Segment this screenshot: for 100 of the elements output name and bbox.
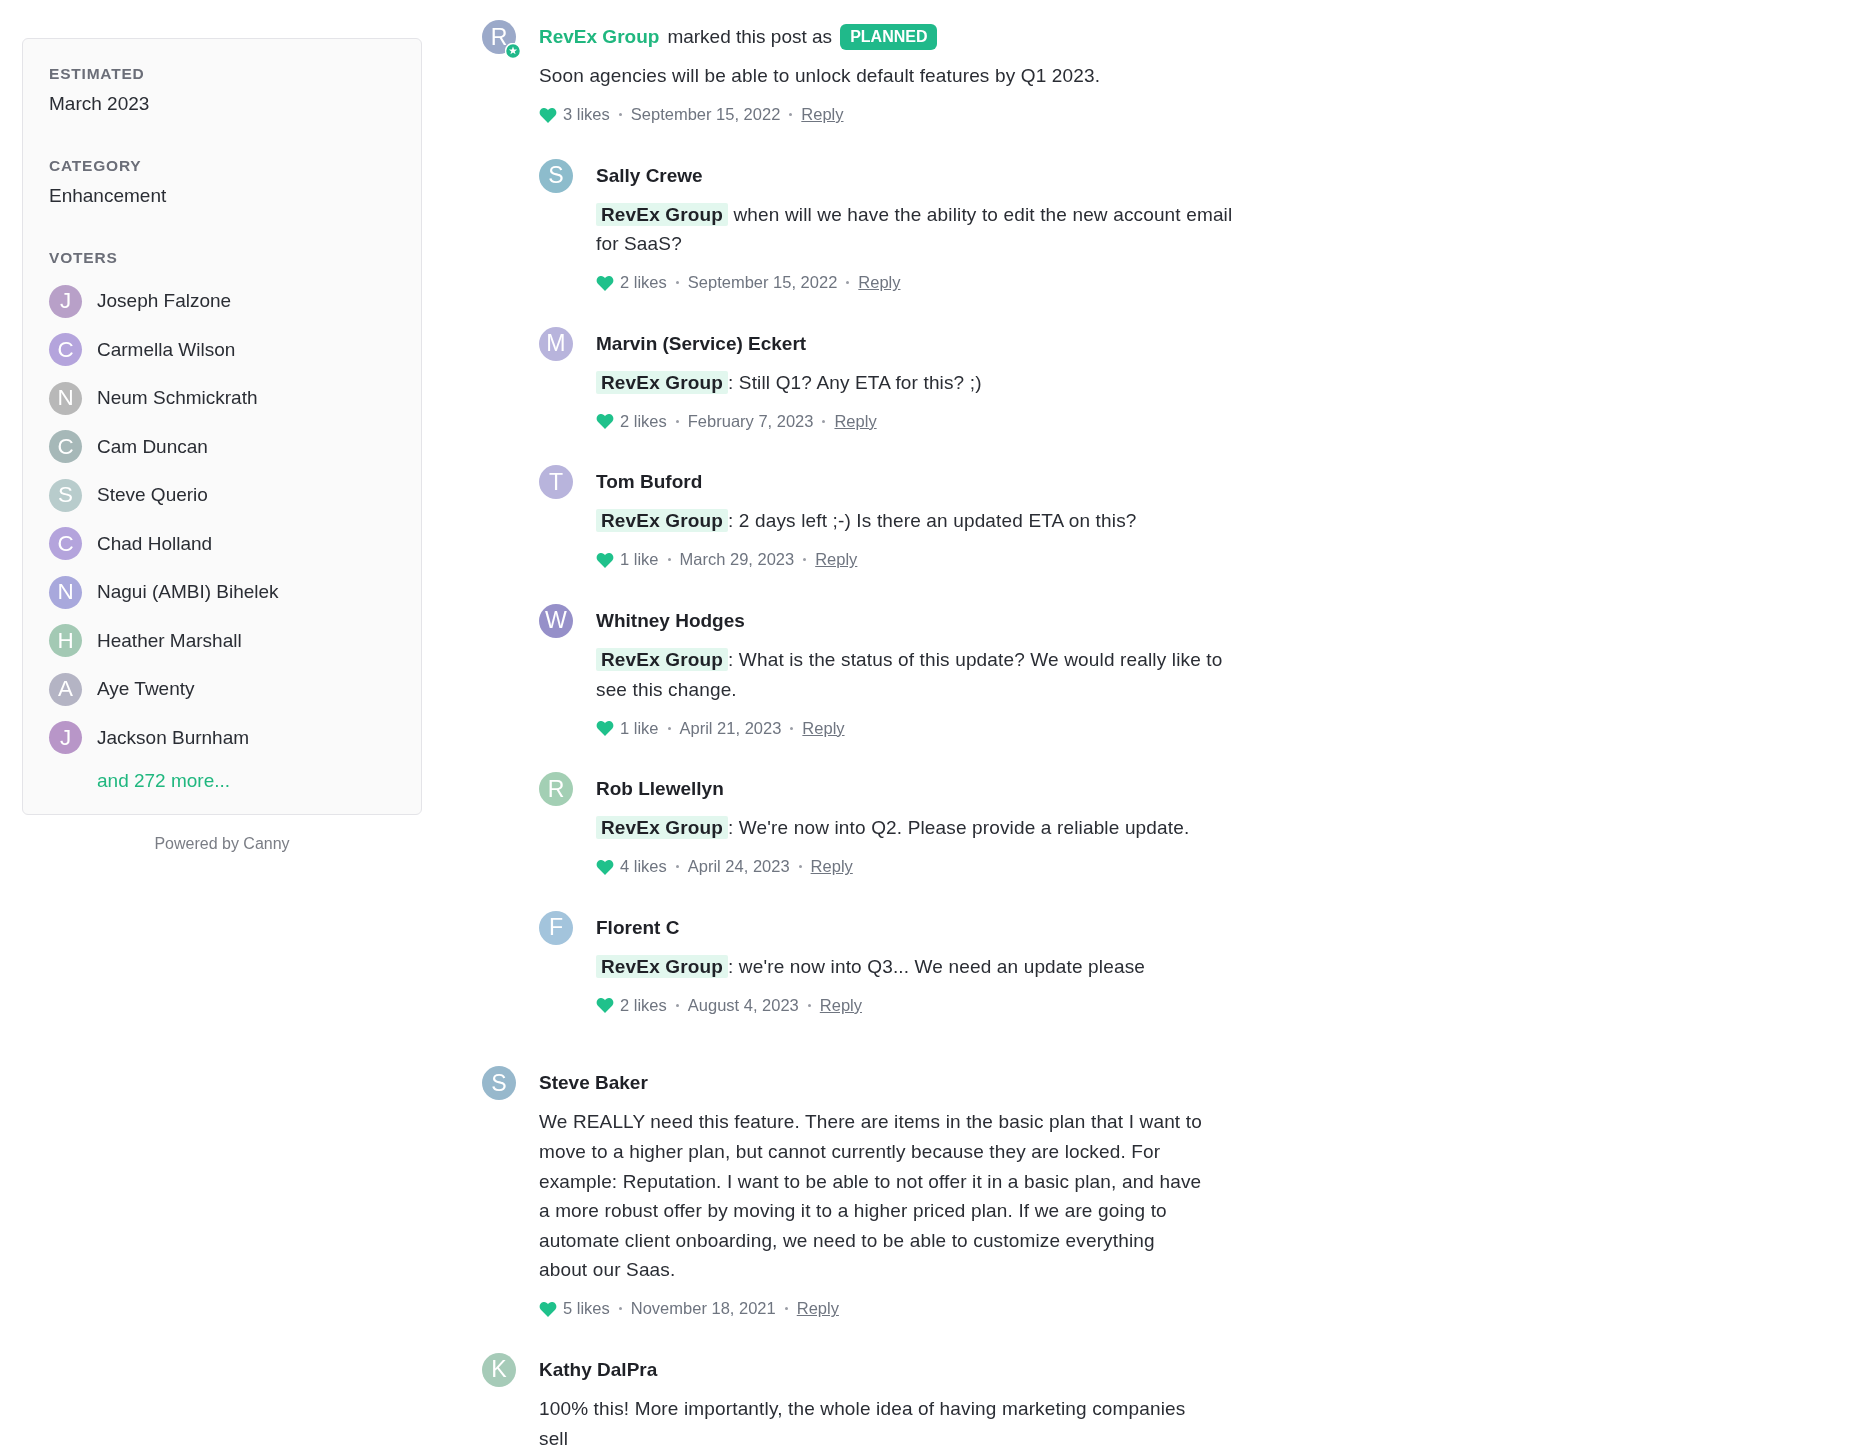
likes-count: 1 like (620, 550, 659, 570)
comment-author: Kathy DalPra (539, 1358, 658, 1381)
avatar: N (49, 575, 82, 609)
avatar: J (49, 284, 82, 318)
section-heading: VOTERS (49, 249, 119, 267)
avatar: W (539, 603, 573, 638)
comment-date: February 7, 2023 (687, 411, 814, 431)
separator-dot-icon (789, 113, 793, 117)
voter-name: Neum Schmickrath (97, 387, 258, 410)
powered-by-link[interactable]: Powered by Canny (154, 835, 290, 853)
comment-text: RevEx Group : we're now into Q3... We need an update please (596, 951, 1252, 982)
likes-count: 3 likes (563, 105, 610, 125)
heart-icon[interactable] (596, 274, 614, 291)
comment-date: August 4, 2023 (687, 995, 799, 1015)
comment-text: 100% this! More importantly, the whole idea of having marketing companies sell (539, 1396, 1187, 1450)
reply-link[interactable]: Reply (801, 105, 844, 125)
comment-date: March 29, 2023 (679, 550, 795, 570)
comment-text: RevEx Group when will we have the ability to edit the new account email for SaaS? (596, 201, 1234, 257)
more-voters-link[interactable]: and 272 more... (97, 770, 231, 792)
avatar: S (49, 478, 82, 512)
comment-date: April 21, 2023 (679, 718, 782, 738)
voter-name: Nagui (AMBI) Bihelek (97, 581, 279, 604)
section-value: March 2023 (49, 93, 151, 115)
likes-count: 2 likes (620, 273, 667, 293)
voter-name: Carmella Wilson (97, 338, 236, 361)
separator-dot-icon (803, 558, 807, 562)
voter-name: Cam Duncan (97, 435, 208, 458)
comment-author: Sally Crewe (596, 164, 703, 187)
comment-author: Rob Llewellyn (596, 778, 724, 801)
separator-dot-icon (675, 865, 679, 869)
section-heading: ESTIMATED (49, 65, 146, 83)
separator-dot-icon (675, 281, 679, 285)
reply-link[interactable]: Reply (815, 550, 858, 570)
status-action-text: marked this post as (667, 26, 833, 48)
avatar: H (49, 624, 82, 658)
separator-dot-icon (822, 419, 826, 423)
separator-dot-icon (675, 1003, 679, 1007)
reply-link[interactable]: Reply (834, 411, 877, 431)
voter-name: Aye Twenty (97, 678, 195, 701)
reply-link[interactable]: Reply (810, 857, 853, 877)
avatar: C (49, 333, 82, 367)
comment-author: Florent C (596, 916, 680, 939)
avatar: S (482, 1066, 516, 1101)
status-badge: PLANNED (840, 24, 938, 50)
separator-dot-icon (846, 281, 850, 285)
avatar: S (539, 158, 573, 193)
section-value: Enhancement (49, 185, 168, 207)
comment-text: RevEx Group : We're now into Q2. Please provide a reliable update. (596, 813, 1252, 843)
likes-count: 5 likes (563, 1299, 610, 1319)
heart-icon[interactable] (539, 1300, 557, 1317)
heart-icon[interactable] (596, 551, 614, 568)
comment-text: RevEx Group : Still Q1? Any ETA for this? ;) (596, 367, 1252, 398)
comment-author: Whitney Hodges (596, 609, 745, 632)
avatar: R (482, 20, 516, 54)
avatar: A (49, 672, 82, 706)
heart-icon[interactable] (596, 858, 614, 875)
comment-text: We REALLY need this feature. There are items in the basic plan that I want to move to a higher plan, but cannot currently because they are locked. For example: Reputation. I want to be able to not offer it in a basic plan, and have a more robust offer by moving it to a higher priced plan. If we are going to automate client onboarding, we need to be able to customize everything about our Saas. (539, 1110, 1203, 1283)
voter-name: Jackson Burnham (97, 726, 250, 749)
likes-count: 2 likes (620, 995, 667, 1015)
separator-dot-icon (798, 865, 802, 869)
separator-dot-icon (807, 1003, 811, 1007)
avatar: J (49, 721, 82, 755)
avatar: R (539, 772, 573, 807)
heart-icon[interactable] (539, 106, 557, 123)
heart-icon[interactable] (596, 720, 614, 737)
voter-name: Steve Querio (97, 484, 208, 507)
avatar: K (482, 1352, 516, 1387)
likes-count: 1 like (620, 718, 659, 738)
author-link[interactable]: RevEx Group (539, 26, 660, 48)
avatar: N (49, 381, 82, 415)
separator-dot-icon (784, 1307, 788, 1311)
comment-author: Tom Buford (596, 471, 703, 494)
heart-icon[interactable] (596, 413, 614, 430)
section-heading: CATEGORY (49, 157, 143, 175)
voter-name: Joseph Falzone (97, 290, 232, 313)
comment-text: Soon agencies will be able to unlock default features by Q1 2023. (539, 64, 1102, 88)
heart-icon[interactable] (596, 997, 614, 1014)
separator-dot-icon (675, 419, 679, 423)
avatar: C (49, 527, 82, 561)
reply-link[interactable]: Reply (796, 1299, 839, 1319)
comment-text: RevEx Group : 2 days left ;-) Is there an updated ETA on this? (596, 506, 1252, 536)
comment-date: September 15, 2022 (630, 105, 781, 125)
separator-dot-icon (667, 726, 671, 730)
reply-link[interactable]: Reply (802, 718, 845, 738)
reply-link[interactable]: Reply (819, 995, 862, 1015)
comment-text: RevEx Group : What is the status of this update? We would really like to see this change. (596, 646, 1224, 702)
avatar: F (539, 910, 573, 945)
separator-dot-icon (618, 1307, 622, 1311)
avatar: C (49, 430, 82, 464)
separator-dot-icon (790, 726, 794, 730)
separator-dot-icon (618, 113, 622, 117)
comment-date: November 18, 2021 (630, 1299, 776, 1319)
comment-author: Steve Baker (539, 1072, 648, 1095)
comment-date: April 24, 2023 (687, 857, 790, 877)
reply-link[interactable]: Reply (858, 273, 901, 293)
comment-author: Marvin (Service) Eckert (596, 332, 807, 355)
separator-dot-icon (667, 558, 671, 562)
voter-name: Heather Marshall (97, 629, 242, 652)
comment-date: September 15, 2022 (687, 273, 838, 293)
voter-name: Chad Holland (97, 532, 213, 555)
